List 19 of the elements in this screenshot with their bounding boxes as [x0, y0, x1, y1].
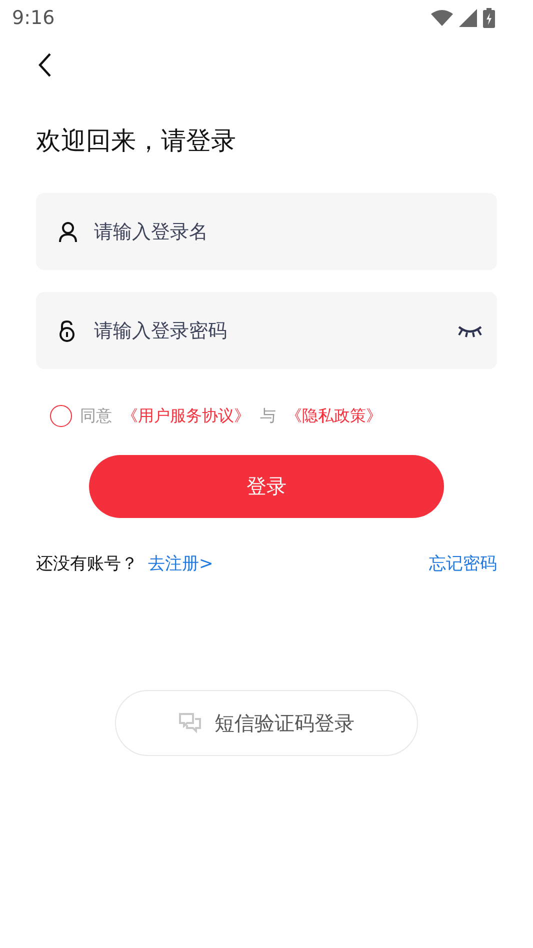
login-button[interactable]: 登录 — [89, 455, 444, 518]
signal-icon — [459, 9, 477, 27]
forgot-password-link[interactable]: 忘记密码 — [429, 552, 497, 575]
agree-checkbox[interactable] — [50, 405, 72, 427]
agree-text: 同意 — [80, 406, 112, 426]
chat-icon — [178, 713, 200, 733]
battery-charging-icon — [483, 8, 495, 28]
closed-eye-icon[interactable] — [457, 324, 483, 338]
agree-text: 与 — [260, 406, 276, 426]
sms-login-button[interactable]: 短信验证码登录 — [115, 690, 418, 756]
page-title: 欢迎回来，请登录 — [36, 125, 236, 157]
policy-link[interactable]: 《隐私政策》 — [286, 406, 382, 426]
register-link[interactable]: 去注册> — [148, 552, 214, 575]
wifi-icon — [431, 10, 453, 26]
status-time: 9:16 — [12, 7, 55, 29]
policy-link[interactable]: 《用户服务协议》 — [122, 406, 250, 426]
username-field[interactable]: 请输入登录名 — [36, 193, 497, 270]
password-field[interactable]: 请输入登录密码 — [36, 292, 497, 369]
register-prompt: 还没有账号？ — [36, 553, 138, 575]
